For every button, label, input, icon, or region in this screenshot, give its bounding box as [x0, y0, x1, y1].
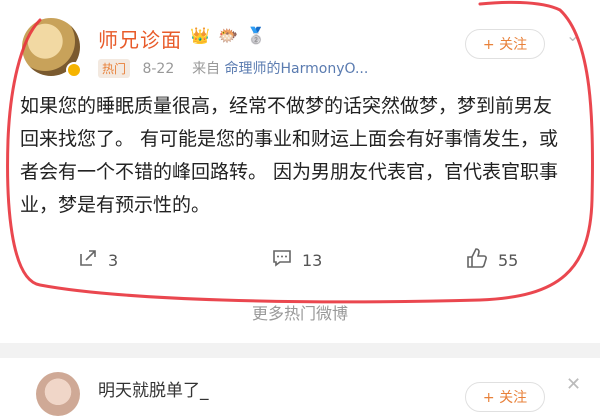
post-source[interactable]: 命理师的HarmonyO... — [225, 61, 369, 77]
post-meta: 热门 8-22 来自 命理师的HarmonyO... — [98, 58, 368, 78]
source-prefix: 来自 — [192, 61, 221, 77]
avatar[interactable] — [36, 372, 80, 416]
weibo-post-2: 明天就脱单了_ + 关注 ✕ — [0, 358, 600, 416]
chevron-down-icon[interactable]: ⌄ — [566, 26, 579, 45]
username[interactable]: 明天就脱单了_ — [98, 376, 209, 401]
avatar[interactable] — [22, 18, 82, 78]
like-icon — [466, 248, 488, 273]
username[interactable]: 师兄诊面 — [98, 24, 182, 53]
comment-button[interactable]: 13 — [272, 248, 322, 273]
close-icon[interactable]: ✕ — [566, 374, 581, 395]
like-count: 55 — [498, 251, 519, 270]
like-button[interactable]: 55 — [466, 248, 518, 273]
share-button[interactable]: 3 — [78, 248, 118, 273]
follow-button[interactable]: + 关注 — [465, 29, 545, 59]
post-date: 8-22 — [142, 61, 175, 77]
weibo-post: 师兄诊面 👑 🐡 🥈 热门 8-22 来自 命理师的HarmonyO... + … — [0, 0, 600, 343]
user-badges: 👑 🐡 🥈 — [190, 26, 269, 45]
follow-button[interactable]: + 关注 — [465, 382, 545, 412]
medal-icon: 🥈 — [246, 26, 266, 45]
section-divider — [0, 343, 600, 358]
hot-tag: 热门 — [98, 59, 131, 78]
post-content: 如果您的睡眠质量很高，经常不做梦的话突然做梦，梦到前男友回来找您了。 有可能是您… — [20, 95, 559, 216]
comment-icon — [272, 248, 292, 273]
post-actions: 3 13 55 — [0, 248, 600, 278]
comment-count: 13 — [302, 251, 323, 270]
fish-icon: 🐡 — [218, 26, 238, 45]
crown-icon: 👑 — [190, 26, 210, 45]
share-icon — [78, 248, 98, 273]
verified-badge-icon — [66, 62, 82, 78]
more-hot-posts-link[interactable]: 更多热门微博 — [0, 300, 600, 324]
share-count: 3 — [108, 251, 119, 270]
